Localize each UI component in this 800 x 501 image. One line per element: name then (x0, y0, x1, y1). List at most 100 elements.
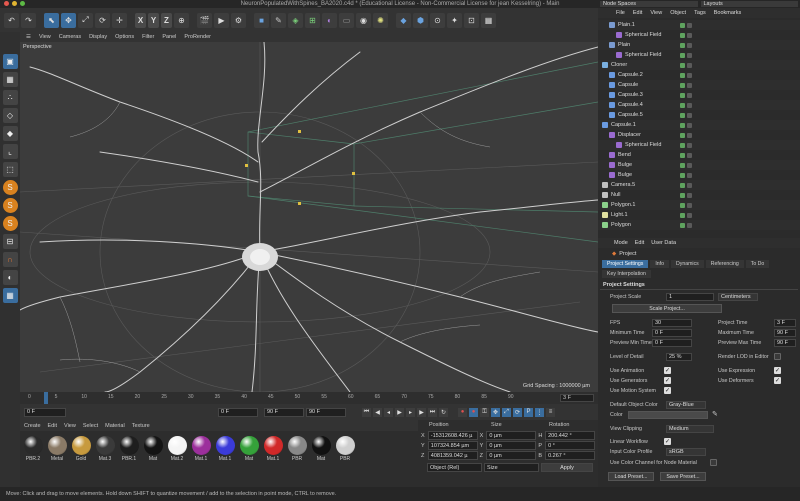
preview-start-field[interactable]: 0 F (218, 407, 258, 417)
rotation-field[interactable]: 200.442 ° (545, 431, 595, 440)
x-axis-lock-icon[interactable]: X (135, 12, 146, 28)
playhead[interactable] (44, 392, 48, 404)
material-item[interactable]: Mat.1 (215, 436, 235, 462)
menu-cameras[interactable]: Cameras (59, 34, 81, 40)
object-row[interactable]: Capsule.2 (598, 70, 800, 80)
object-row[interactable]: Null (598, 190, 800, 200)
move-tool-icon[interactable]: ✥ (61, 12, 76, 28)
cube-primitive-icon[interactable]: ■ (254, 12, 269, 28)
y-axis-lock-icon[interactable]: Y (148, 12, 159, 28)
next-key-icon[interactable]: ▶ (417, 407, 426, 417)
size-mode-select[interactable]: Size (484, 463, 539, 472)
bend-deformer-icon[interactable]: ◐ (322, 12, 337, 28)
goto-end-icon[interactable]: ⏭ (428, 407, 437, 417)
grid-icon[interactable]: ▦ (2, 288, 18, 303)
node-spaces-dropdown[interactable]: Node Spaces (600, 1, 698, 7)
render-lod-checkbox[interactable] (774, 353, 781, 360)
object-row[interactable]: Polygon (598, 220, 800, 230)
viewport-menu-icon[interactable]: ☰ (26, 34, 31, 40)
object-row[interactable]: Capsule.4 (598, 100, 800, 110)
menu-panel[interactable]: Panel (162, 34, 176, 40)
tweak-icon[interactable]: ⬚ (2, 162, 18, 177)
record-param-icon[interactable]: P (524, 407, 533, 417)
live-selection-icon[interactable]: ⬉ (44, 12, 59, 28)
material-item[interactable]: PBR (335, 436, 355, 462)
menu-tags[interactable]: Tags (694, 10, 706, 16)
menu-edit[interactable]: Edit (48, 423, 57, 429)
menu-user-data[interactable]: User Data (651, 240, 676, 246)
goto-start-icon[interactable]: ⏮ (362, 407, 371, 417)
record-icon[interactable]: ● (458, 407, 467, 417)
z-axis-lock-icon[interactable]: Z (161, 12, 172, 28)
viewport-3d[interactable]: Perspective Grid Spacing : 1000000 µm (20, 42, 598, 392)
color-channel-checkbox[interactable] (710, 459, 717, 466)
object-row[interactable]: Capsule.1 (598, 120, 800, 130)
position-field[interactable]: 107324.854 µm (427, 441, 478, 450)
timeline-menu-icon[interactable]: ≡ (546, 407, 555, 417)
material-item[interactable]: Mat (239, 436, 259, 462)
layouts-dropdown[interactable]: Layouts (700, 1, 798, 7)
menu-file[interactable]: File (616, 10, 625, 16)
keyframe-selection-icon[interactable]: ⚿ (480, 407, 489, 417)
script-icon[interactable]: ✦ (447, 12, 462, 28)
material-item[interactable]: Gold (71, 436, 91, 462)
menu-edit[interactable]: Edit (633, 10, 642, 16)
menu-view[interactable]: View (64, 423, 76, 429)
scale-project-button[interactable]: Scale Project... (612, 304, 722, 313)
lod-field[interactable]: 25 % (666, 353, 692, 361)
points-mode-icon[interactable]: ∴ (2, 90, 18, 105)
workplane-icon[interactable]: ▦ (481, 12, 496, 28)
object-visibility-flags[interactable] (680, 92, 692, 98)
material-item[interactable]: Mat.1 (263, 436, 283, 462)
rotation-field[interactable]: 0.267 ° (545, 451, 595, 460)
preview-end-field[interactable]: 90 F (264, 407, 304, 417)
use-expression-checkbox[interactable]: ✓ (774, 367, 781, 374)
object-row[interactable]: Plain (598, 40, 800, 50)
object-visibility-flags[interactable] (680, 182, 692, 188)
object-visibility-flags[interactable] (680, 22, 692, 28)
fps-field[interactable]: 30 (652, 319, 692, 327)
recent-tools-icon[interactable]: ✛ (112, 12, 127, 28)
tag-icon[interactable]: ◆ (396, 12, 411, 28)
object-row[interactable]: Bend (598, 150, 800, 160)
tab-info[interactable]: Info (650, 260, 669, 268)
camera-icon[interactable]: ◉ (356, 12, 371, 28)
menu-create[interactable]: Create (24, 423, 41, 429)
pen-spline-icon[interactable]: ✎ (271, 12, 286, 28)
min-time-field[interactable]: 0 F (652, 329, 692, 337)
object-row[interactable]: Capsule.3 (598, 90, 800, 100)
max-time-field[interactable]: 90 F (774, 329, 796, 337)
menu-display[interactable]: Display (89, 34, 107, 40)
material-item[interactable]: Mat.3 (95, 436, 115, 462)
render-settings-icon[interactable]: ⚙ (231, 12, 246, 28)
subdivision-icon[interactable]: ◈ (288, 12, 303, 28)
object-row[interactable]: Spherical Field (598, 50, 800, 60)
record-scale-icon[interactable]: ⤢ (502, 407, 511, 417)
project-time-field[interactable]: 3 F (774, 319, 796, 327)
coord-mode-select[interactable]: Object (Rel) (427, 463, 482, 472)
preview-max-field[interactable]: 90 F (774, 339, 796, 347)
view-clipping-select[interactable]: Medium (666, 425, 714, 433)
default-color-select[interactable]: Gray-Blue (666, 401, 706, 409)
undo-icon[interactable]: ↶ (4, 12, 19, 28)
redo-icon[interactable]: ↷ (21, 12, 36, 28)
rotate-tool-icon[interactable]: ⟳ (95, 12, 110, 28)
object-visibility-flags[interactable] (680, 42, 692, 48)
menu-prorender[interactable]: ProRender (184, 34, 211, 40)
object-visibility-flags[interactable] (680, 32, 692, 38)
render-view-icon[interactable]: 🎬 (197, 12, 212, 28)
object-visibility-flags[interactable] (680, 82, 692, 88)
load-preset-button[interactable]: Load Preset... (608, 472, 654, 481)
autokey-icon[interactable]: ● (469, 407, 478, 417)
material-item[interactable]: Metal (47, 436, 67, 462)
record-point-icon[interactable]: ⋮ (535, 407, 544, 417)
floor-icon[interactable]: ▭ (339, 12, 354, 28)
workplane-lock-icon[interactable]: ⊟ (2, 234, 18, 249)
material-icon[interactable]: ⬢ (413, 12, 428, 28)
menu-select[interactable]: Select (83, 423, 98, 429)
end-frame-field[interactable]: 90 F (306, 407, 346, 417)
enable-axis-icon[interactable]: ⌞ (2, 144, 18, 159)
menu-mode[interactable]: Mode (614, 240, 628, 246)
object-visibility-flags[interactable] (680, 132, 692, 138)
color-swatch[interactable] (628, 411, 708, 419)
